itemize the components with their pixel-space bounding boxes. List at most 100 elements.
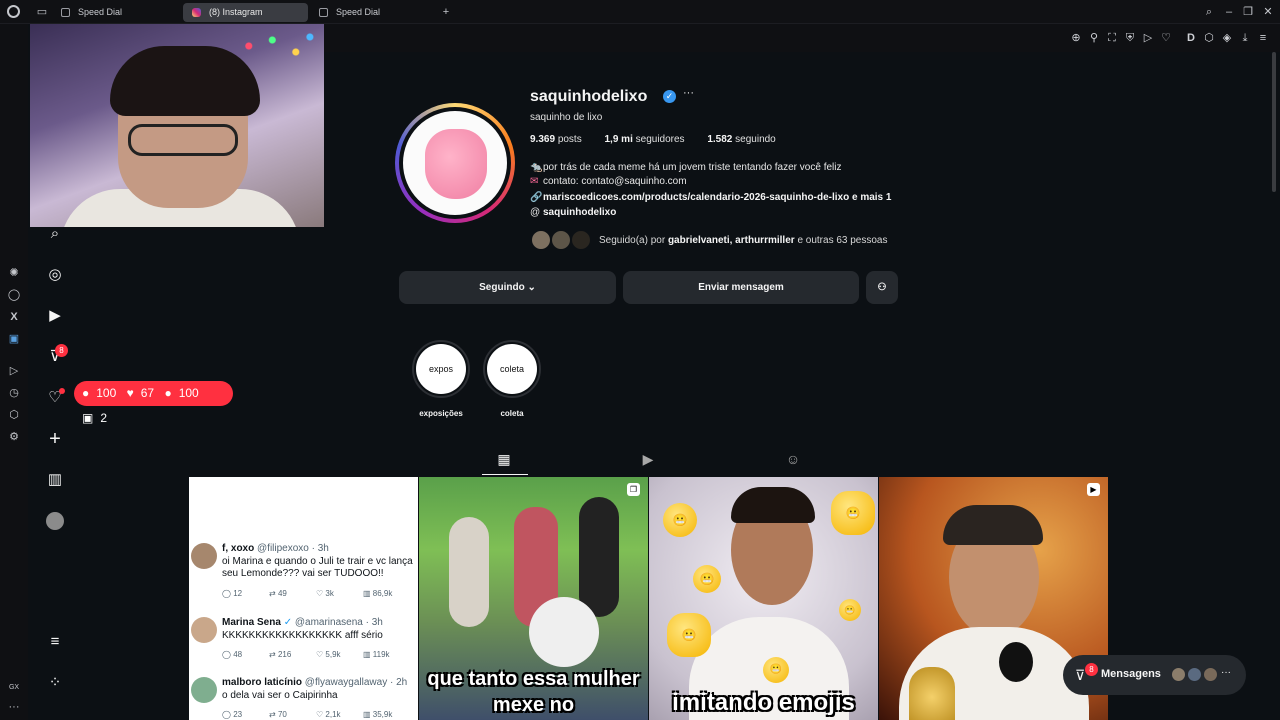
direct-badge: 8 — [55, 344, 68, 357]
download-icon[interactable]: ⤓ — [1238, 31, 1252, 45]
minimize-icon[interactable]: – — [1222, 5, 1236, 19]
carousel-icon: ❐ — [627, 483, 640, 496]
close-icon[interactable]: ✕ — [1261, 5, 1275, 19]
tweet-text: oi Marina e quando o Juli te trair e vc … — [222, 556, 413, 579]
player-icon[interactable]: ▷ — [7, 364, 21, 378]
tab-overview-icon[interactable]: ▭ — [35, 5, 49, 19]
followers-stat[interactable]: 1,9 mi seguidores — [605, 134, 695, 145]
settings-icon[interactable]: ⚙ — [7, 430, 21, 444]
shield-icon[interactable]: ⛨ — [1123, 31, 1137, 45]
profile-stats: 9.369 posts 1,9 mi seguidores 1.582 segu… — [530, 134, 796, 145]
gaming-icon[interactable]: ◈ — [1220, 31, 1234, 45]
browser-toolbar: ⊕ ⚲ ⛶ ⛨ ▷ ♡ D ⬡ ◈ ⤓ ≡ — [324, 24, 1280, 52]
highlight-cover: coleta — [487, 344, 537, 394]
threads-icon: @ — [530, 207, 541, 218]
tweet-metrics: ◯ 48 ⇄ 216 ♡ 5,9k ▥ 119k — [222, 650, 390, 659]
video-caption: imitando emojis — [672, 689, 855, 716]
highlight-coleta[interactable]: coleta — [483, 340, 541, 398]
threads-link[interactable]: @ saquinhodelixo — [530, 207, 616, 218]
tagged-tab-icon[interactable]: ☺ — [785, 451, 801, 467]
follows-count: 100 — [178, 386, 199, 400]
post-field-meme[interactable]: ❐ que tanto essa mulher mexe no — [419, 477, 648, 720]
bio-link[interactable]: 🔗mariscoedicoes.com/products/calendario-… — [530, 192, 891, 203]
tab-speed-dial-2[interactable]: Speed Dial — [310, 3, 436, 22]
comments-count: 100 — [96, 386, 117, 400]
extensions-icon[interactable]: ⬡ — [1202, 31, 1216, 45]
reel-icon: ▶ — [1087, 483, 1100, 496]
send-message-button[interactable]: Enviar mensagem — [623, 271, 859, 304]
bio-line-2: ✉ contato: contato@saquinho.com — [530, 176, 687, 187]
following-button[interactable]: Seguindo ⌄ — [399, 271, 616, 304]
tweet-author: malboro laticínio @flyawaygallaway · 2h — [222, 677, 408, 688]
browser-tab-bar: ▭ Speed Dial (8) Instagram Speed Dial + … — [0, 0, 1280, 24]
highlight-label: coleta — [500, 409, 524, 418]
options-icon[interactable]: ··· — [683, 87, 694, 99]
person-hair — [731, 487, 815, 523]
extensions-sidebar-icon[interactable]: ⬡ — [7, 408, 21, 422]
pin-icon[interactable]: ⚲ — [1087, 31, 1101, 45]
messages-label: Mensagens — [1101, 668, 1161, 680]
more-menu-icon[interactable]: ≡ — [46, 633, 64, 651]
grimace-emoji-icon: 😬 — [663, 503, 697, 537]
extension-d-icon[interactable]: D — [1184, 31, 1198, 45]
mutual-followers-avatars — [530, 229, 594, 251]
gx-label: GX — [8, 684, 20, 691]
profile-avatar-story-ring[interactable] — [395, 103, 515, 223]
mutual-followers-text[interactable]: Seguido(a) por gabrielvaneti, arthurrmil… — [599, 235, 888, 246]
whatsapp-icon[interactable]: ◯ — [7, 288, 21, 302]
reels-tab-icon[interactable]: ▶ — [640, 451, 656, 467]
tab-speed-dial-1[interactable]: Speed Dial — [52, 3, 178, 22]
avatar — [550, 229, 572, 251]
more-icon[interactable]: ··· — [7, 700, 21, 714]
menu-icon[interactable]: ≡ — [1256, 31, 1270, 45]
following-stat[interactable]: 1.582 seguindo — [707, 134, 785, 145]
avatar — [1187, 667, 1202, 682]
create-icon[interactable]: + — [46, 429, 64, 449]
new-tab-icon[interactable]: + — [439, 5, 453, 19]
restore-icon[interactable]: ❐ — [1241, 5, 1255, 19]
posts-stat[interactable]: 9.369 posts — [530, 134, 592, 145]
speed-dial-icon — [319, 8, 328, 17]
notifications-pill[interactable]: ● 100 ♥ 67 ● 100 ▣ 2 — [74, 381, 233, 425]
highlight-cover: expos — [416, 344, 466, 394]
explore-icon[interactable]: ◎ — [46, 266, 64, 284]
highlight-exposicoes[interactable]: expos — [412, 340, 470, 398]
x-twitter-icon[interactable]: X — [7, 310, 21, 324]
person-figure — [579, 497, 619, 617]
search-icon[interactable]: ⌕ — [46, 225, 64, 243]
heart-icon[interactable]: ♡ — [1159, 31, 1173, 45]
dashboard-icon[interactable]: ▥ — [46, 471, 64, 489]
tweet-metrics: ◯ 23 ⇄ 70 ♡ 2,1k ▥ 35,9k — [222, 710, 393, 719]
profile-picture — [403, 111, 507, 215]
requests-count: 2 — [100, 411, 108, 425]
person-hair — [943, 505, 1043, 545]
profile-avatar[interactable] — [46, 512, 64, 530]
posts-grid-icon[interactable]: ▦ — [496, 451, 512, 467]
person-hair — [110, 46, 260, 116]
reels-icon[interactable]: ▶ — [46, 307, 64, 325]
snapshot-icon[interactable]: ⛶ — [1105, 31, 1119, 45]
zoom-icon[interactable]: ⊕ — [1069, 31, 1083, 45]
instagram-sidebar: ⌕ ◎ ▶ ⊽ 8 ♡ + ▥ ≡ ⁘ — [28, 24, 80, 720]
tab-instagram[interactable]: (8) Instagram — [183, 3, 308, 22]
send-icon[interactable]: ▷ — [1141, 31, 1155, 45]
active-tab-indicator — [482, 474, 528, 475]
search-icon[interactable]: ⌕ — [1202, 5, 1216, 19]
tab-label: (8) Instagram — [209, 7, 263, 17]
grimace-emoji-icon: 😬 — [667, 613, 711, 657]
history-icon[interactable]: ◷ — [7, 386, 21, 400]
page-scrollbar[interactable] — [1272, 52, 1276, 192]
avatar — [1203, 667, 1218, 682]
verified-badge-icon: ✓ — [663, 90, 676, 103]
post-emoji-meme[interactable]: 😬 😬 😬 😬 😬 😬 imitando emojis — [649, 477, 878, 720]
post-tweets[interactable]: f, xoxo @filipexoxo · 3h oi Marina e qua… — [189, 477, 418, 720]
chatgpt-icon[interactable]: ✺ — [7, 266, 21, 280]
tab-label: Speed Dial — [336, 7, 381, 17]
also-from-meta-icon[interactable]: ⁘ — [46, 674, 64, 692]
highlight-label: exposições — [419, 409, 463, 418]
suggested-users-button[interactable]: ⚇ — [866, 271, 898, 304]
grimace-emoji-icon: 😬 — [831, 491, 875, 535]
messages-button[interactable]: ⊽ 8 Mensagens ··· — [1063, 655, 1246, 695]
opera-logo-icon[interactable] — [7, 5, 20, 18]
app-icon[interactable]: ▣ — [7, 332, 21, 346]
